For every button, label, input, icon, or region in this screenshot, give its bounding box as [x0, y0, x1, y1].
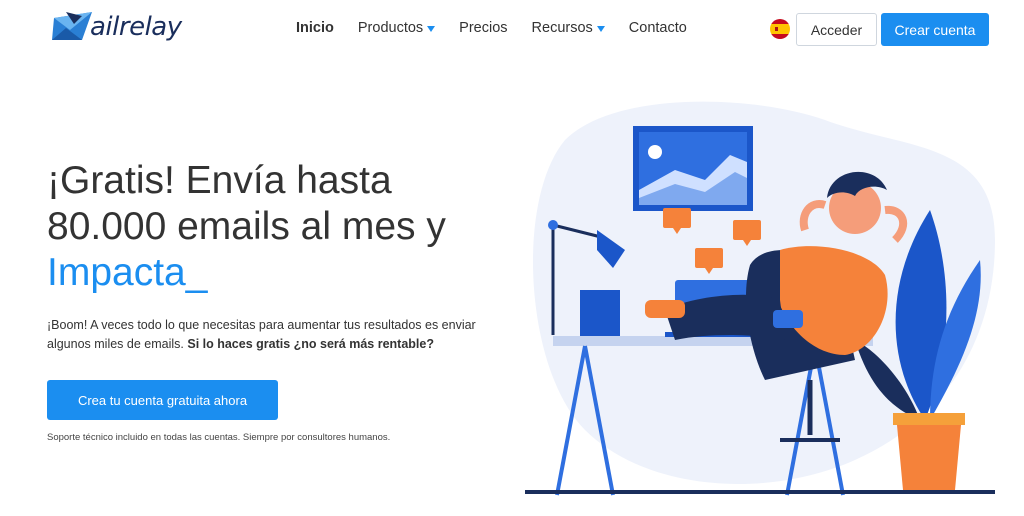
nav-label: Recursos: [531, 20, 593, 36]
login-button[interactable]: Acceder: [796, 13, 877, 46]
headline-line1: ¡Gratis! Envía hasta: [47, 159, 392, 202]
wall-picture-icon: [633, 126, 753, 211]
nav-item-productos[interactable]: Productos: [357, 20, 436, 36]
nav-item-contacto[interactable]: Contacto: [629, 20, 687, 36]
signup-button[interactable]: Crear cuenta: [881, 13, 989, 46]
nav-label: Productos: [357, 20, 424, 36]
nav-item-inicio[interactable]: Inicio: [296, 20, 334, 36]
hero-headline: ¡Gratis! Envía hasta 80.000 emails al me…: [47, 158, 446, 296]
brand-name: ailrelay: [90, 12, 182, 42]
caret-down-icon: [596, 26, 605, 32]
headline-accent: Impacta_: [47, 251, 208, 294]
nav-label: Precios: [459, 20, 508, 36]
top-navbar: ailrelay Inicio Productos Precios Recurs…: [0, 0, 1024, 58]
hero-description: ¡Boom! A veces todo lo que necesitas par…: [47, 316, 517, 354]
nav-item-recursos[interactable]: Recursos: [532, 20, 605, 36]
nav-label: Contacto: [628, 20, 687, 36]
nav-item-precios[interactable]: Precios: [459, 20, 507, 36]
caret-down-icon: [427, 26, 436, 32]
hero-illustration: [525, 101, 995, 496]
main-menu: Inicio Productos Precios Recursos Contac…: [296, 20, 711, 36]
headline-line2: 80.000 emails al mes y: [47, 205, 446, 248]
tablet-icon: [580, 290, 620, 336]
brand-logo[interactable]: ailrelay: [52, 9, 202, 45]
description-bold: Si lo haces gratis ¿no será más rentable…: [187, 337, 434, 351]
support-note: Soporte técnico incluido en todas las cu…: [47, 432, 391, 443]
nav-label: Inicio: [296, 20, 334, 36]
create-free-account-button[interactable]: Crea tu cuenta gratuita ahora: [47, 380, 278, 420]
spain-flag-icon[interactable]: [770, 19, 790, 39]
